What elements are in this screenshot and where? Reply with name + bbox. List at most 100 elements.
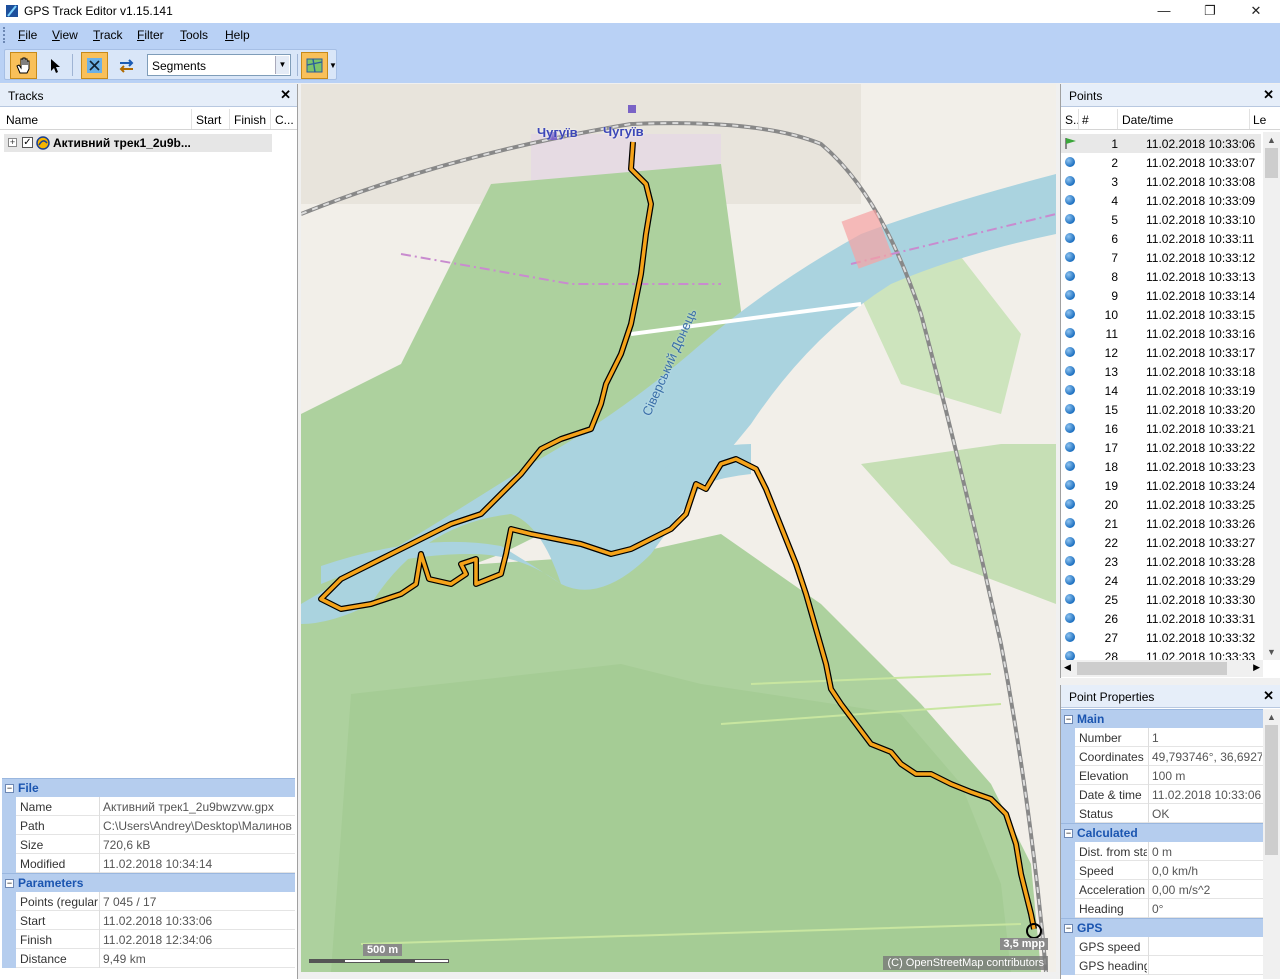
collapse-icon[interactable]: −: [5, 879, 14, 888]
point-row[interactable]: 9 11.02.2018 10:33:14: [1061, 286, 1261, 305]
delete-point-button[interactable]: [81, 52, 108, 79]
mode-select[interactable]: Segments ▼: [147, 54, 291, 76]
point-row[interactable]: 20 11.02.2018 10:33:25: [1061, 495, 1261, 514]
property-row[interactable]: Acceleration 0,00 m/s^2: [1061, 880, 1263, 899]
collapse-icon[interactable]: −: [1064, 829, 1073, 838]
point-row[interactable]: 27 11.02.2018 10:33:32: [1061, 628, 1261, 647]
property-row[interactable]: Speed 0,0 km/h: [1061, 861, 1263, 880]
points-scrollbar[interactable]: ▲ ▼: [1263, 132, 1280, 660]
point-row[interactable]: 16 11.02.2018 10:33:21: [1061, 419, 1261, 438]
maximize-button[interactable]: ❐: [1187, 0, 1233, 23]
close-icon[interactable]: ✕: [1263, 688, 1274, 704]
section-gps[interactable]: − GPS: [1061, 918, 1263, 937]
scroll-left-icon[interactable]: ◀: [1064, 662, 1071, 673]
point-row[interactable]: 18 11.02.2018 10:33:23: [1061, 457, 1261, 476]
point-row[interactable]: 12 11.02.2018 10:33:17: [1061, 343, 1261, 362]
property-row[interactable]: Dist. from sta 0 m: [1061, 842, 1263, 861]
point-row[interactable]: 10 11.02.2018 10:33:15: [1061, 305, 1261, 324]
point-row[interactable]: 8 11.02.2018 10:33:13: [1061, 267, 1261, 286]
point-row[interactable]: 23 11.02.2018 10:33:28: [1061, 552, 1261, 571]
column-level[interactable]: Le: [1253, 113, 1266, 127]
point-row[interactable]: 22 11.02.2018 10:33:27: [1061, 533, 1261, 552]
select-tool-button[interactable]: [41, 52, 68, 79]
reverse-button[interactable]: [113, 52, 140, 79]
section-calculated[interactable]: − Calculated: [1061, 823, 1263, 842]
point-row[interactable]: 5 11.02.2018 10:33:10: [1061, 210, 1261, 229]
menu-tools[interactable]: Tools: [180, 28, 208, 42]
property-row[interactable]: Size 720,6 kB: [2, 835, 295, 854]
point-row[interactable]: 28 11.02.2018 10:33:33: [1061, 647, 1261, 660]
property-row[interactable]: Finish 11.02.2018 12:34:06: [2, 930, 295, 949]
column-finish[interactable]: Finish: [234, 113, 266, 127]
track-visible-checkbox[interactable]: ✓: [22, 137, 33, 148]
point-row[interactable]: 21 11.02.2018 10:33:26: [1061, 514, 1261, 533]
collapse-icon[interactable]: −: [5, 784, 14, 793]
map-layer-button[interactable]: [301, 52, 328, 79]
property-row[interactable]: Coordinates 49,793746°, 36,692761: [1061, 747, 1263, 766]
point-row[interactable]: 3 11.02.2018 10:33:08: [1061, 172, 1261, 191]
menu-grip[interactable]: [3, 27, 7, 43]
property-row[interactable]: Elevation 100 m: [1061, 766, 1263, 785]
point-row[interactable]: 24 11.02.2018 10:33:29: [1061, 571, 1261, 590]
map-view[interactable]: Чугуїв Чугуїв Сіверський Донець 500 m 3,…: [301, 84, 1056, 972]
collapse-icon[interactable]: −: [1064, 924, 1073, 933]
column-name[interactable]: Name: [6, 113, 38, 127]
scroll-right-icon[interactable]: ▶: [1253, 662, 1260, 673]
property-row[interactable]: Name Активний трек1_2u9bwzvw.gpx: [2, 797, 295, 816]
property-row[interactable]: Points (regular 7 045 / 17: [2, 892, 295, 911]
property-row[interactable]: Distance 9,49 km: [2, 949, 295, 968]
point-row[interactable]: 11 11.02.2018 10:33:16: [1061, 324, 1261, 343]
scroll-down-icon[interactable]: ▼: [1263, 644, 1280, 660]
point-row[interactable]: 2 11.02.2018 10:33:07: [1061, 153, 1261, 172]
column-datetime[interactable]: Date/time: [1122, 113, 1173, 127]
point-row[interactable]: 4 11.02.2018 10:33:09: [1061, 191, 1261, 210]
point-row[interactable]: 7 11.02.2018 10:33:12: [1061, 248, 1261, 267]
map-layer-dropdown-icon[interactable]: ▼: [329, 61, 337, 70]
point-row[interactable]: 14 11.02.2018 10:33:19: [1061, 381, 1261, 400]
menu-file[interactable]: File: [18, 28, 37, 42]
minimize-button[interactable]: —: [1141, 0, 1187, 23]
menu-help[interactable]: Help: [225, 28, 250, 42]
property-row[interactable]: Date & time 11.02.2018 10:33:06: [1061, 785, 1263, 804]
menu-track[interactable]: Track: [93, 28, 123, 42]
section-parameters[interactable]: − Parameters: [2, 873, 295, 892]
chevron-down-icon[interactable]: ▼: [275, 56, 289, 74]
track-row[interactable]: + ✓ Активний трек1_2u9b...: [4, 134, 272, 152]
column-start[interactable]: Start: [196, 113, 221, 127]
expand-icon[interactable]: +: [8, 138, 17, 147]
hscroll-thumb[interactable]: [1077, 662, 1227, 675]
property-row[interactable]: GPS speed: [1061, 937, 1263, 956]
collapse-icon[interactable]: −: [1064, 715, 1073, 724]
property-row[interactable]: Modified 11.02.2018 10:34:14: [2, 854, 295, 873]
close-icon[interactable]: ✕: [280, 87, 291, 103]
column-number[interactable]: #: [1082, 113, 1089, 127]
property-row[interactable]: GPS heading: [1061, 956, 1263, 975]
point-row[interactable]: 17 11.02.2018 10:33:22: [1061, 438, 1261, 457]
point-row[interactable]: 26 11.02.2018 10:33:31: [1061, 609, 1261, 628]
section-file[interactable]: − File: [2, 778, 295, 797]
points-hscrollbar[interactable]: ◀ ▶: [1061, 660, 1263, 677]
property-row[interactable]: Start 11.02.2018 10:33:06: [2, 911, 295, 930]
scroll-thumb[interactable]: [1265, 148, 1278, 178]
point-row[interactable]: 13 11.02.2018 10:33:18: [1061, 362, 1261, 381]
property-row[interactable]: Number 1: [1061, 728, 1263, 747]
property-row[interactable]: Heading 0°: [1061, 899, 1263, 918]
scroll-thumb[interactable]: [1265, 725, 1278, 855]
pan-tool-button[interactable]: [10, 52, 37, 79]
point-row[interactable]: 1 11.02.2018 10:33:06: [1061, 134, 1261, 153]
scroll-up-icon[interactable]: ▲: [1263, 709, 1280, 725]
properties-scrollbar[interactable]: ▲: [1263, 709, 1280, 979]
close-icon[interactable]: ✕: [1263, 87, 1274, 103]
menu-view[interactable]: View: [52, 28, 78, 42]
section-main[interactable]: − Main: [1061, 709, 1263, 728]
point-row[interactable]: 25 11.02.2018 10:33:30: [1061, 590, 1261, 609]
point-row[interactable]: 19 11.02.2018 10:33:24: [1061, 476, 1261, 495]
point-row[interactable]: 6 11.02.2018 10:33:11: [1061, 229, 1261, 248]
property-row[interactable]: Status OK: [1061, 804, 1263, 823]
menu-filter[interactable]: Filter: [137, 28, 164, 42]
close-window-button[interactable]: ✕: [1233, 0, 1279, 23]
scroll-up-icon[interactable]: ▲: [1263, 132, 1280, 148]
point-row[interactable]: 15 11.02.2018 10:33:20: [1061, 400, 1261, 419]
property-row[interactable]: Path C:\Users\Andrey\Desktop\Малинов: [2, 816, 295, 835]
column-c[interactable]: C...: [275, 113, 294, 127]
